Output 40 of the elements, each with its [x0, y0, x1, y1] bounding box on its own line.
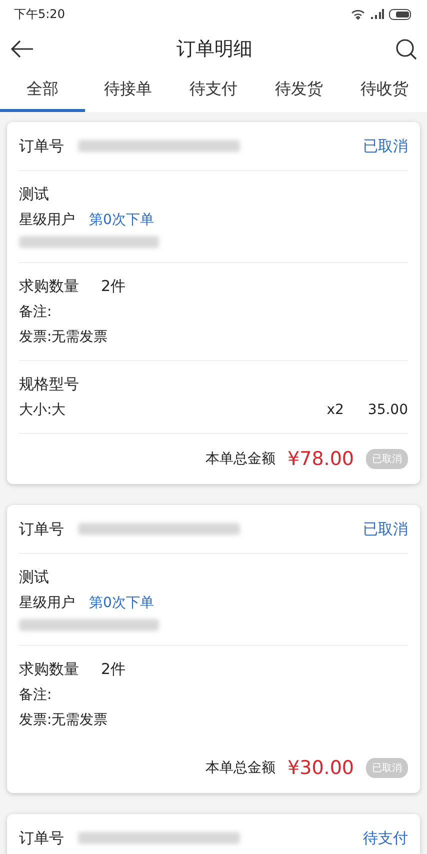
order-count: 第0次下单 [89, 594, 154, 612]
order-status: 已取消 [363, 520, 408, 538]
spec-price: 35.00 [368, 402, 408, 418]
signal-icon [370, 9, 384, 19]
buyer-name: 测试 [19, 568, 50, 587]
tab[interactable]: 待接单 [85, 70, 171, 112]
total-label: 本单总金额 [206, 450, 276, 468]
tab[interactable]: 待收货 [342, 70, 427, 112]
user-level: 星级用户 [19, 211, 75, 229]
total-amount: ¥30.00 [288, 757, 354, 779]
buyer-name: 测试 [19, 185, 50, 204]
order-status: 已取消 [363, 136, 408, 156]
spec-count: x2 [326, 402, 344, 418]
user-level: 星级用户 [19, 594, 75, 612]
order-number-label: 订单号 [19, 136, 64, 156]
tab[interactable]: 全部 [0, 70, 86, 112]
order-count: 第0次下单 [89, 211, 154, 229]
note-text: 备注: [19, 303, 53, 321]
quantity-label: 求购数量 [19, 277, 79, 296]
total-label: 本单总金额 [206, 759, 276, 777]
order-number-label: 订单号 [19, 520, 64, 538]
invoice-text: 发票:无需发票 [19, 711, 109, 729]
note-text: 备注: [19, 686, 53, 704]
quantity-value: 2件 [101, 277, 126, 296]
order-status: 待支付 [363, 828, 408, 848]
tab[interactable]: 待支付 [170, 70, 256, 112]
search-icon[interactable] [395, 38, 417, 60]
total-amount: ¥78.00 [288, 448, 354, 470]
tab[interactable]: 待发货 [256, 70, 342, 112]
back-icon[interactable] [10, 39, 34, 59]
quantity-label: 求购数量 [19, 660, 79, 679]
status-time: 下午5:20 [14, 6, 65, 22]
battery-icon [389, 8, 413, 20]
spec-title: 规格型号 [19, 375, 80, 394]
wifi-icon [351, 8, 365, 20]
quantity-value: 2件 [101, 660, 126, 679]
spec-name: 大小:大 [19, 401, 66, 419]
page-title: 订单明细 [176, 37, 252, 62]
invoice-text: 发票:无需发票 [19, 328, 109, 346]
order-number-label: 订单号 [19, 828, 64, 848]
